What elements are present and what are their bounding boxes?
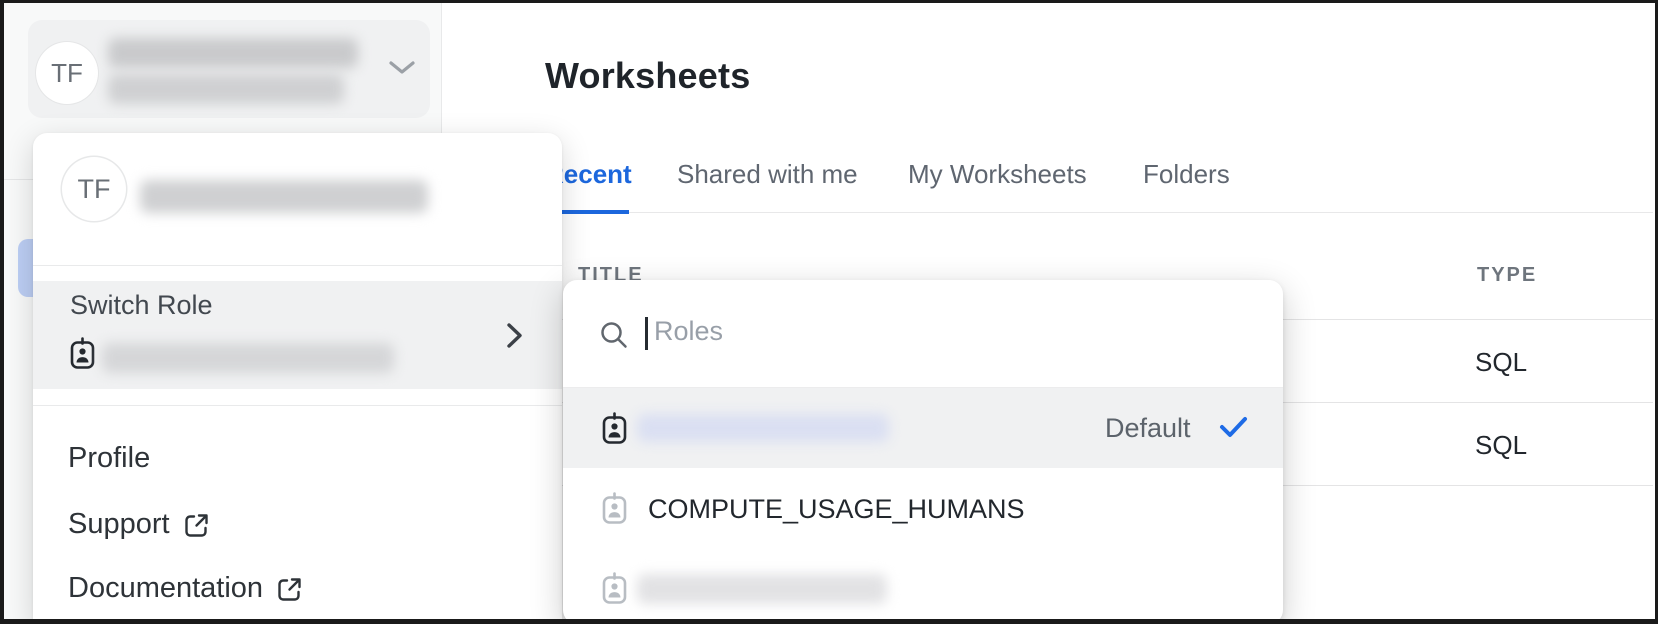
window-border (0, 0, 1658, 3)
external-link-icon (276, 576, 303, 603)
menu-divider (33, 405, 562, 406)
column-header-type[interactable]: TYPE (1477, 264, 1537, 287)
tab-bar-baseline (545, 212, 1653, 213)
menu-divider (33, 265, 562, 266)
role-option-default[interactable]: Default (563, 388, 1283, 468)
window-border (0, 0, 4, 624)
check-icon (1219, 416, 1248, 444)
text-cursor (645, 317, 648, 350)
roles-search-input[interactable]: Roles (563, 280, 1283, 387)
default-role-tag: Default (1105, 413, 1191, 444)
account-switcher-button[interactable]: TF (28, 20, 430, 118)
role-badge-icon (602, 492, 627, 529)
redacted-role-name (637, 574, 887, 604)
tab-my-worksheets[interactable]: My Worksheets (908, 159, 1087, 190)
window-border (0, 619, 1658, 624)
tab-shared-with-me[interactable]: Shared with me (677, 159, 858, 190)
role-badge-icon (602, 572, 627, 609)
menu-item-profile[interactable]: Profile (33, 436, 562, 480)
redacted-account-subtext (108, 74, 344, 104)
search-icon (599, 320, 629, 355)
menu-item-label: Support (68, 508, 170, 541)
menu-item-support[interactable]: Support (33, 502, 562, 546)
avatar-initials: TF (51, 58, 83, 89)
chevron-right-icon (506, 322, 523, 354)
menu-item-label: Profile (68, 442, 150, 475)
role-badge-icon (602, 412, 627, 449)
avatar: TF (36, 42, 98, 104)
snowsight-window: TF Worksheets Recent Shared with me My W… (0, 0, 1658, 624)
avatar: TF (62, 157, 126, 221)
tab-folders[interactable]: Folders (1143, 159, 1230, 190)
worksheet-type-cell: SQL (1475, 347, 1527, 378)
redacted-role-name (637, 414, 889, 442)
chevron-down-icon (388, 60, 416, 81)
menu-item-documentation[interactable]: Documentation (33, 566, 562, 610)
role-option-redacted[interactable] (563, 548, 1283, 624)
redacted-current-role (102, 343, 394, 373)
avatar-initials: TF (78, 174, 111, 205)
user-menu-dropdown: TF Switch Role P (33, 133, 562, 624)
role-name: COMPUTE_USAGE_HUMANS (648, 494, 1025, 525)
redacted-account-name (108, 38, 358, 68)
page-title: Worksheets (545, 55, 750, 97)
search-placeholder: Roles (654, 316, 723, 347)
redacted-user-name (140, 180, 428, 213)
role-option-compute-usage-humans[interactable]: COMPUTE_USAGE_HUMANS (563, 468, 1283, 548)
menu-item-switch-role[interactable]: Switch Role (33, 281, 562, 389)
role-badge-icon (70, 337, 95, 374)
menu-item-label: Documentation (68, 572, 263, 605)
external-link-icon (183, 512, 210, 539)
switch-role-label: Switch Role (70, 290, 213, 321)
role-switcher-popup: Roles Default (563, 280, 1283, 624)
worksheet-type-cell: SQL (1475, 430, 1527, 461)
